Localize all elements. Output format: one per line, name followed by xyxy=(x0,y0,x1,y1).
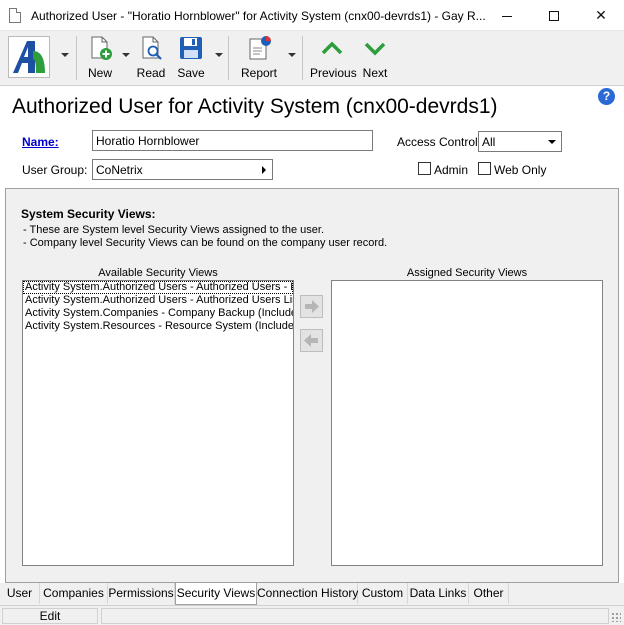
tab-strip: User Companies Permissions Security View… xyxy=(0,583,624,605)
user-group-picker[interactable]: CoNetrix xyxy=(92,159,273,180)
chevron-down-icon xyxy=(548,140,556,144)
minimize-icon xyxy=(502,15,512,17)
list-item[interactable]: Activity System.Authorized Users - Autho… xyxy=(23,281,293,294)
chevron-right-icon xyxy=(262,166,266,174)
previous-label: Previous xyxy=(310,66,357,80)
logo-dropdown-caret[interactable] xyxy=(61,53,69,57)
app-logo-button[interactable] xyxy=(8,36,50,78)
save-label: Save xyxy=(177,66,205,80)
tab-other[interactable]: Other xyxy=(469,583,509,604)
read-icon xyxy=(142,36,162,60)
toolbar-separator xyxy=(228,36,229,80)
web-only-label[interactable]: Web Only xyxy=(494,163,546,177)
tab-companies[interactable]: Companies xyxy=(40,583,108,604)
name-label[interactable]: Name: xyxy=(22,135,59,149)
tab-user[interactable]: User xyxy=(0,583,40,604)
report-dropdown-caret[interactable] xyxy=(288,53,296,57)
report-button[interactable]: Report xyxy=(240,35,278,81)
toolbar: New Read Save Report Previous Next xyxy=(0,31,624,86)
new-label: New xyxy=(87,66,112,80)
remove-view-button[interactable] xyxy=(300,329,323,352)
title-bar: Authorized User - "Horatio Hornblower" f… xyxy=(0,0,624,31)
list-item[interactable]: Activity System.Resources - Resource Sys… xyxy=(23,320,293,333)
read-button[interactable]: Read xyxy=(135,35,167,81)
save-dropdown-caret[interactable] xyxy=(215,53,223,57)
maximize-button[interactable] xyxy=(531,0,577,31)
list-item[interactable]: Activity System.Authorized Users - Autho… xyxy=(23,294,293,307)
name-input[interactable] xyxy=(92,130,373,151)
new-dropdown-caret[interactable] xyxy=(122,53,130,57)
save-button[interactable]: Save xyxy=(175,35,207,81)
new-button[interactable]: New xyxy=(86,35,114,81)
tab-permissions[interactable]: Permissions xyxy=(108,583,175,604)
tab-data-links[interactable]: Data Links xyxy=(408,583,469,604)
add-view-button[interactable] xyxy=(300,295,323,318)
status-bar: Edit xyxy=(0,605,624,625)
close-icon: ✕ xyxy=(595,7,607,23)
chevron-down-icon xyxy=(364,42,386,56)
note-line: - These are System level Security Views … xyxy=(23,224,325,236)
window-title: Authorized User - "Horatio Hornblower" f… xyxy=(31,9,486,23)
status-message xyxy=(101,608,609,624)
list-item[interactable]: Activity System.Companies - Company Back… xyxy=(23,307,293,320)
available-views-list[interactable]: Activity System.Authorized Users - Autho… xyxy=(22,280,294,566)
status-mode: Edit xyxy=(2,608,98,624)
chevron-up-icon xyxy=(321,41,343,55)
help-icon[interactable]: ? xyxy=(598,88,615,105)
admin-label[interactable]: Admin xyxy=(434,163,468,177)
report-label: Report xyxy=(240,66,278,80)
toolbar-separator xyxy=(302,36,303,80)
user-group-value: CoNetrix xyxy=(96,163,143,177)
read-label: Read xyxy=(136,66,166,80)
tab-custom[interactable]: Custom xyxy=(358,583,408,604)
toolbar-separator xyxy=(76,36,77,80)
next-label: Next xyxy=(362,66,388,80)
user-group-label: User Group: xyxy=(22,163,88,177)
web-only-checkbox[interactable] xyxy=(478,162,491,175)
tab-security-views[interactable]: Security Views xyxy=(175,583,257,605)
access-control-value: All xyxy=(482,135,496,149)
close-button[interactable]: ✕ xyxy=(578,0,624,31)
assigned-views-label: Assigned Security Views xyxy=(406,267,528,279)
security-views-panel: System Security Views: - These are Syste… xyxy=(5,188,619,583)
new-document-icon xyxy=(91,36,112,60)
next-button[interactable]: Next xyxy=(360,35,390,81)
admin-checkbox[interactable] xyxy=(418,162,431,175)
access-control-select[interactable]: All xyxy=(478,131,562,152)
maximize-icon xyxy=(549,11,559,22)
tab-connection-history[interactable]: Connection History xyxy=(257,583,358,604)
previous-button[interactable]: Previous xyxy=(310,35,357,81)
report-icon xyxy=(249,36,271,60)
access-control-label: Access Control: xyxy=(397,135,482,149)
arrow-left-icon xyxy=(304,334,318,347)
arrow-right-icon xyxy=(305,300,319,313)
document-icon xyxy=(9,8,21,23)
available-views-label: Available Security Views xyxy=(98,267,218,279)
save-disk-icon xyxy=(180,37,202,59)
resize-grip-icon[interactable] xyxy=(611,612,621,622)
assigned-views-list[interactable] xyxy=(331,280,603,566)
app-logo-icon xyxy=(13,41,45,73)
section-title: System Security Views: xyxy=(21,207,156,221)
page-title: Authorized User for Activity System (cnx… xyxy=(12,95,498,118)
note-line: - Company level Security Views can be fo… xyxy=(23,237,388,249)
minimize-button[interactable] xyxy=(484,0,530,31)
